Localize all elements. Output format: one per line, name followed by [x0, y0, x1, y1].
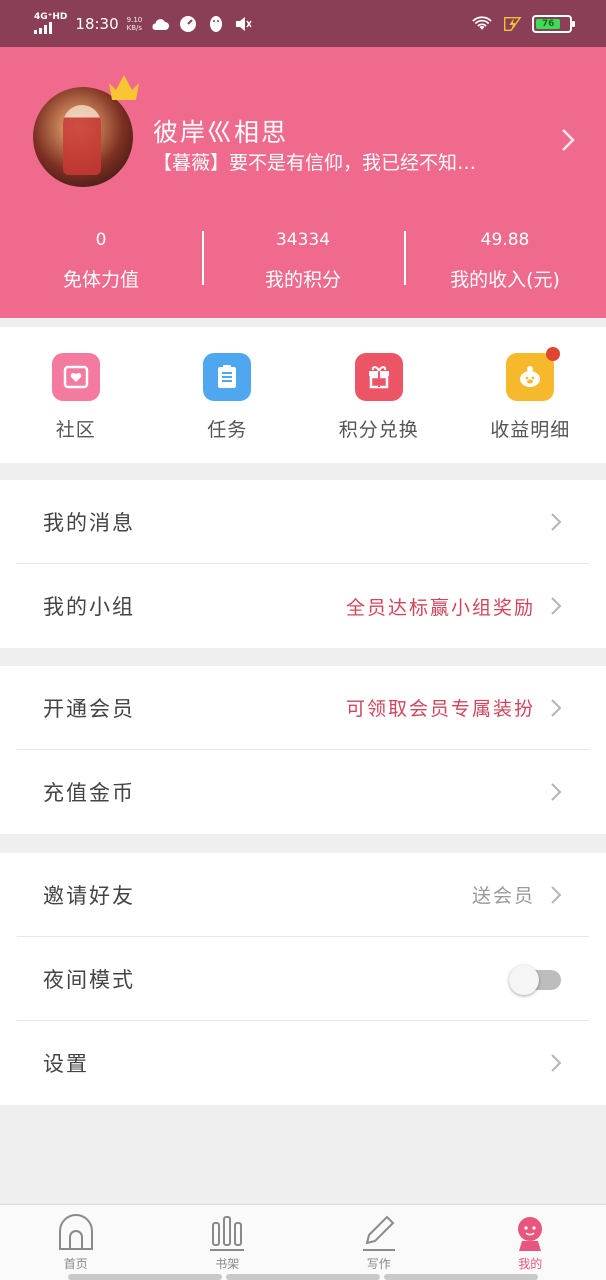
menu-item-recharge[interactable]: 充值金币: [17, 750, 589, 834]
chevron-right-icon: [551, 885, 562, 904]
tab-profile[interactable]: 我的: [455, 1205, 606, 1280]
menu-item-hint: 全员达标赢小组奖励: [345, 596, 535, 619]
chevron-right-icon[interactable]: [560, 127, 576, 153]
tab-label: 首页: [63, 1257, 88, 1271]
quick-action-label: 收益明细: [490, 419, 571, 441]
gift-icon: [354, 353, 403, 401]
speedometer-icon: [178, 14, 198, 34]
pen-icon: [362, 1215, 395, 1251]
menu-group-settings: 邀请好友 送会员 夜间模式 设置: [0, 853, 606, 1105]
quick-action-label: 任务: [207, 419, 248, 441]
chevron-right-icon: [551, 1054, 562, 1072]
battery-level: 76: [536, 18, 561, 29]
stat-label: 免体力值: [62, 269, 139, 291]
profile-icon: [518, 1217, 543, 1251]
bottom-tab-bar: 首页 书架 写作 我的: [0, 1204, 606, 1280]
menu-item-invite[interactable]: 邀请好友 送会员: [17, 853, 589, 937]
menu-item-label: 邀请好友: [43, 883, 135, 908]
night-mode-toggle[interactable]: [509, 964, 561, 995]
menu-item-messages[interactable]: 我的消息: [17, 480, 589, 564]
stat-label: 我的收入(元): [450, 269, 560, 291]
crown-icon: [109, 75, 139, 100]
quick-actions: 社区 任务 积分兑换 收益明细: [0, 327, 606, 463]
quick-action-community[interactable]: 社区: [0, 327, 152, 463]
clock: 18:30: [75, 14, 119, 33]
stat-value: 0: [95, 230, 107, 250]
penguin-icon: [206, 14, 226, 34]
tab-label: 书架: [215, 1257, 240, 1271]
tab-home[interactable]: 首页: [0, 1205, 152, 1280]
stats-bar: 0 免体力值 34334 我的积分 49.88 我的收入(元): [0, 227, 606, 292]
stat-label: 我的积分: [264, 269, 341, 291]
username[interactable]: 彼岸巛相思: [153, 113, 288, 149]
quick-action-label: 积分兑换: [338, 419, 419, 441]
stat-income[interactable]: 49.88 我的收入(元): [404, 227, 606, 292]
menu-item-vip[interactable]: 开通会员 可领取会员专属装扮: [17, 666, 589, 750]
menu-item-label: 夜间模式: [43, 967, 135, 992]
tab-bookshelf[interactable]: 书架: [152, 1205, 304, 1280]
menu-item-night-mode: 夜间模式: [17, 937, 589, 1021]
menu-group-social: 我的消息 我的小组 全员达标赢小组奖励: [0, 480, 606, 648]
menu-item-label: 开通会员: [43, 696, 135, 721]
battery-icon: 76: [532, 14, 575, 33]
stat-stamina[interactable]: 0 免体力值: [0, 227, 202, 292]
notification-dot: [546, 347, 561, 361]
signal-indicator: 4G⁺HD: [34, 13, 67, 34]
chevron-right-icon: [551, 783, 562, 801]
menu-item-label: 我的消息: [43, 510, 135, 535]
home-indicator: [68, 1274, 538, 1280]
network-type: 4G⁺HD: [34, 12, 68, 22]
menu-group-membership: 开通会员 可领取会员专属装扮 充值金币: [0, 666, 606, 834]
quick-action-points-exchange[interactable]: 积分兑换: [303, 327, 455, 463]
wifi-icon: [472, 14, 492, 34]
status-bar: 4G⁺HD 18:30 9.10 KB/s 76: [0, 0, 606, 47]
user-signature: 【暮薇】要不是有信仰，我已经不知…: [153, 152, 477, 174]
menu-item-label: 充值金币: [43, 781, 135, 805]
quick-action-earnings[interactable]: 收益明细: [455, 327, 606, 463]
piggy-bank-icon: [506, 347, 561, 401]
net-speed: 9.10 KB/s: [126, 15, 143, 32]
charging-icon: [502, 14, 522, 34]
weather-icon: [150, 14, 170, 34]
toggle-knob: [509, 964, 539, 995]
stat-points[interactable]: 34334 我的积分: [202, 227, 404, 292]
menu-item-label: 设置: [43, 1052, 89, 1076]
tab-label: 我的: [518, 1257, 543, 1271]
stat-value: 49.88: [480, 230, 530, 250]
mute-icon: [234, 14, 254, 34]
quick-action-tasks[interactable]: 任务: [152, 327, 304, 463]
tab-write[interactable]: 写作: [303, 1205, 455, 1280]
menu-item-hint: 送会员: [471, 885, 535, 907]
menu-item-hint: 可领取会员专属装扮: [345, 698, 535, 720]
menu-item-label: 我的小组: [43, 595, 135, 619]
bookshelf-icon: [210, 1216, 245, 1251]
menu-item-settings[interactable]: 设置: [17, 1021, 589, 1105]
task-icon: [203, 353, 252, 401]
chevron-right-icon: [551, 597, 562, 615]
community-icon: [51, 353, 100, 401]
tab-label: 写作: [366, 1257, 391, 1271]
home-icon: [58, 1214, 93, 1250]
quick-action-label: 社区: [55, 419, 96, 441]
chevron-right-icon: [551, 512, 562, 531]
signal-icon: [34, 22, 52, 34]
profile-header: 彼岸巛相思 【暮薇】要不是有信仰，我已经不知… 0 免体力值 34334 我的积…: [0, 47, 606, 318]
menu-item-groups[interactable]: 我的小组 全员达标赢小组奖励: [17, 564, 589, 648]
avatar-container[interactable]: [33, 75, 139, 191]
chevron-right-icon: [551, 698, 562, 717]
stat-value: 34334: [275, 230, 331, 250]
